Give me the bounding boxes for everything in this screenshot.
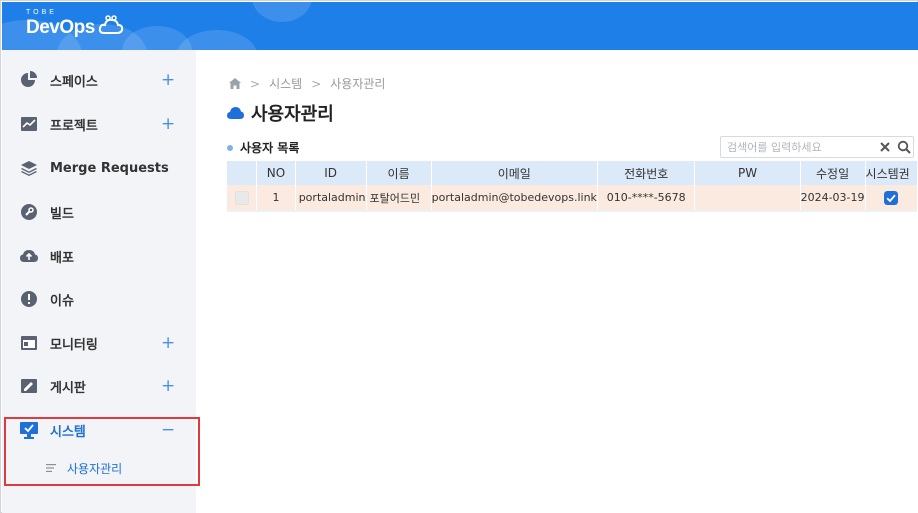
cloud-link-logo-icon: [98, 15, 124, 34]
sidebar-item-label: 이슈: [50, 293, 74, 309]
sidebar-item-label: 모니터링: [50, 337, 98, 353]
column-header-no[interactable]: NO: [256, 161, 296, 185]
layers-icon: [21, 161, 37, 176]
breadcrumb-item[interactable]: 시스템: [269, 75, 302, 92]
home-icon[interactable]: [229, 78, 241, 89]
column-header-name[interactable]: 이름: [366, 161, 432, 185]
expand-plus-icon[interactable]: +: [161, 378, 175, 395]
column-header-modified[interactable]: 수정일: [800, 161, 866, 185]
breadcrumb-separator: >: [250, 76, 261, 91]
row-select-checkbox[interactable]: [234, 190, 249, 205]
system-role-checkbox-checked-icon[interactable]: [884, 190, 899, 205]
sidebar-item-label: 프로젝트: [50, 118, 98, 134]
main-content: > 시스템 > 사용자관리 사용자관리 사용자 목록 검색어를 입력하세요 NO…: [196, 50, 918, 513]
column-header-id[interactable]: ID: [295, 161, 367, 185]
cell-no: 1: [256, 185, 296, 210]
monitor-window-icon: [21, 336, 37, 350]
breadcrumb-item: 사용자관리: [330, 77, 386, 91]
sidebar-item-monitoring[interactable]: 모니터링 +: [2, 323, 196, 363]
clear-search-icon[interactable]: [878, 140, 892, 154]
sidebar-item-label: Merge Requests: [50, 160, 169, 176]
sidebar-item-space[interactable]: 스페이스 +: [2, 60, 196, 100]
page-title: 사용자관리: [227, 100, 334, 126]
column-header-system-role[interactable]: 시스템권: [865, 161, 918, 185]
sidebar-item-label: 게시판: [50, 380, 86, 396]
cell-name: 포탈어드민: [366, 185, 432, 210]
breadcrumb-separator: >: [311, 76, 322, 91]
column-header-pw[interactable]: PW: [694, 161, 801, 185]
sidebar-item-project[interactable]: 프로젝트 +: [2, 104, 196, 144]
wrench-icon: [21, 204, 37, 220]
cloud-upload-icon: [20, 250, 38, 262]
board-icon: [21, 379, 37, 393]
sidebar-item-label: 빌드: [50, 206, 74, 222]
sidebar-item-merge-requests[interactable]: Merge Requests: [2, 148, 196, 188]
cloud-icon: [227, 107, 244, 119]
app-window: TOBE DevOps 스페이스 + 프로젝트 + Merge Requests…: [0, 0, 918, 513]
search-input[interactable]: [727, 139, 867, 155]
section-dot-icon: [227, 144, 233, 151]
top-header: TOBE DevOps: [2, 2, 918, 50]
cell-email: portaladmin@tobedevops.link: [431, 185, 598, 210]
expand-plus-icon[interactable]: +: [161, 116, 175, 133]
table-bottom-border: [227, 210, 918, 212]
pie-chart-icon: [21, 71, 37, 87]
user-list-title: 사용자 목록: [227, 139, 299, 156]
column-header-select[interactable]: [227, 161, 258, 185]
column-header-phone[interactable]: 전화번호: [597, 161, 696, 185]
alert-icon: [21, 291, 37, 307]
sidebar-item-issue[interactable]: 이슈: [2, 279, 196, 319]
breadcrumb: > 시스템 > 사용자관리: [229, 75, 385, 92]
cell-system-role[interactable]: [865, 185, 918, 210]
highlight-box: [4, 417, 200, 486]
column-header-email[interactable]: 이메일: [431, 161, 598, 185]
page-title-text: 사용자관리: [251, 104, 334, 125]
user-list-title-text: 사용자 목록: [240, 141, 300, 155]
sidebar-item-deploy[interactable]: 배포: [2, 236, 196, 276]
logo-small-text: TOBE: [26, 9, 57, 16]
user-table: NO ID 이름 이메일 전화번호 PW 수정일 시스템권 1 portalad…: [227, 161, 918, 212]
project-chart-icon: [21, 117, 37, 131]
cell-id: portaladmin: [295, 185, 367, 210]
sidebar-item-label: 스페이스: [50, 74, 98, 90]
sidebar-item-build[interactable]: 빌드: [2, 192, 196, 232]
expand-plus-icon[interactable]: +: [161, 335, 175, 352]
cell-phone: 010-****-5678: [597, 185, 696, 210]
table-row[interactable]: 1 portaladmin 포탈어드민 portaladmin@tobedevo…: [227, 185, 918, 210]
search-box: [720, 136, 914, 158]
search-icon[interactable]: [897, 140, 911, 154]
sidebar-item-board[interactable]: 게시판 +: [2, 366, 196, 406]
table-header-row: NO ID 이름 이메일 전화번호 PW 수정일 시스템권: [227, 161, 918, 185]
cell-pw: [694, 185, 801, 210]
sidebar-item-label: 배포: [50, 250, 74, 266]
logo-main-text: DevOps: [26, 17, 95, 38]
expand-plus-icon[interactable]: +: [161, 72, 175, 89]
row-select-cell[interactable]: [227, 185, 258, 210]
cell-modified: 2024-03-19: [800, 185, 866, 210]
devops-logo[interactable]: TOBE DevOps: [26, 9, 124, 39]
